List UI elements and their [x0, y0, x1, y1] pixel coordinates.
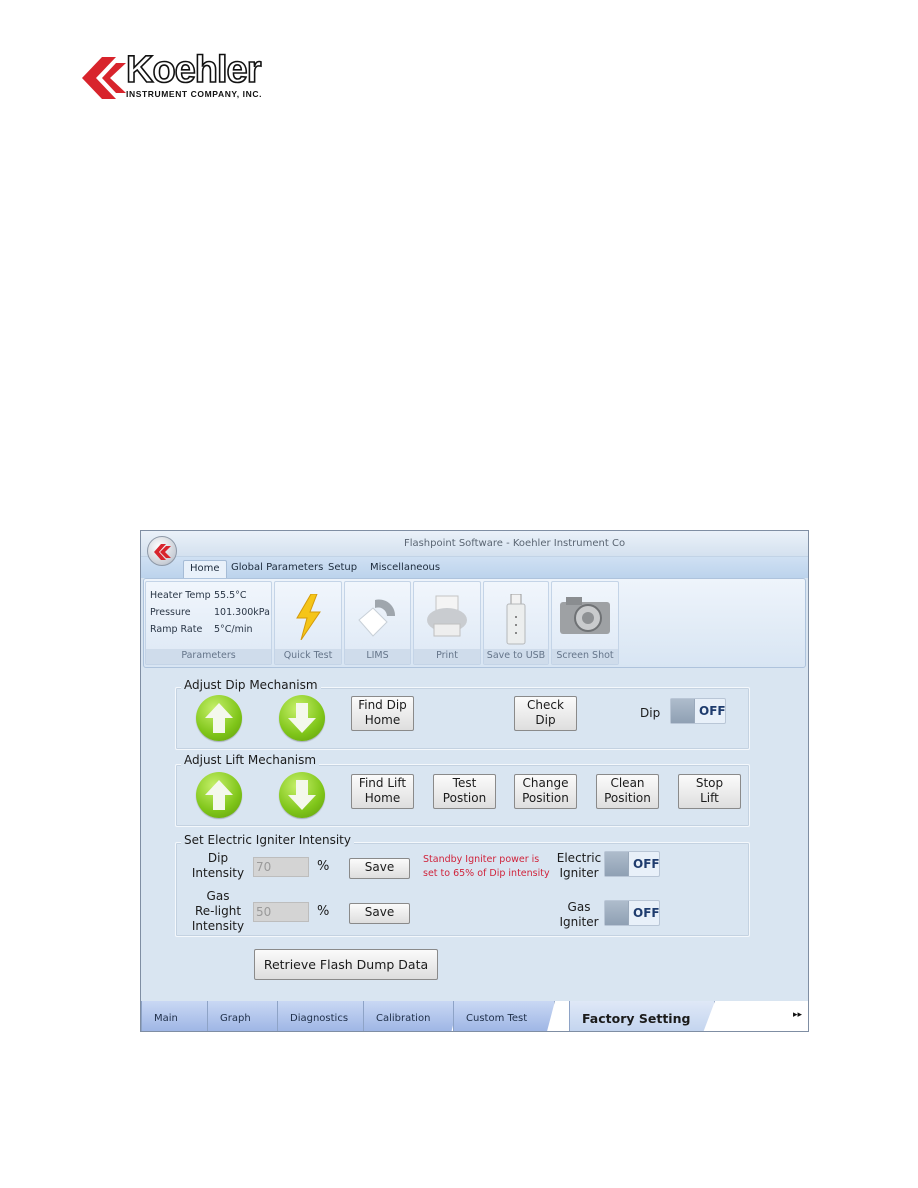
logo-brand-text: Koehler	[125, 48, 262, 92]
electric-igniter-state: OFF	[633, 857, 660, 871]
lift-down-button[interactable]	[279, 772, 325, 818]
ribbon-tab-miscellaneous[interactable]: Miscellaneous	[364, 560, 446, 578]
bottom-tab-bar: Main Graph Diagnostics Calibration Custo…	[141, 1001, 808, 1031]
dip-intensity-label: Dip Intensity	[191, 851, 245, 880]
gas-relight-intensity-label: Gas Re-light Intensity	[191, 889, 245, 933]
param-heater-temp: Heater Temp 55.5°C	[150, 590, 247, 601]
dip-intensity-input[interactable]: 70	[253, 857, 309, 877]
save-to-usb-button[interactable]: Save to USB	[483, 581, 549, 665]
electric-igniter-toggle[interactable]: OFF	[604, 851, 660, 877]
tab-graph[interactable]: Graph	[207, 1001, 287, 1031]
arrow-down-icon	[288, 780, 316, 810]
parameters-group-label: Parameters	[146, 649, 271, 664]
koehler-chevron-icon	[82, 57, 126, 99]
application-menu-button[interactable]	[147, 536, 177, 566]
gas-percent-label: %	[317, 904, 330, 919]
tab-factory-setting[interactable]: Factory Setting	[569, 1001, 715, 1031]
dip-toggle[interactable]: OFF	[670, 698, 726, 724]
stop-lift-button[interactable]: Stop Lift	[678, 774, 741, 809]
adjust-lift-legend: Adjust Lift Mechanism	[181, 753, 320, 767]
save-gas-intensity-button[interactable]: Save	[349, 903, 410, 924]
dip-percent-label: %	[317, 859, 330, 874]
dip-toggle-state: OFF	[699, 704, 726, 718]
ribbon-tab-home[interactable]: Home	[183, 560, 227, 578]
more-tabs-icon[interactable]: ▸▸	[793, 1010, 802, 1020]
arrow-up-icon	[205, 780, 233, 810]
test-position-button[interactable]: Test Postion	[433, 774, 496, 809]
gas-igniter-toggle[interactable]: OFF	[604, 900, 660, 926]
clean-position-button[interactable]: Clean Position	[596, 774, 659, 809]
logo-subtitle: INSTRUMENT COMPANY, INC.	[126, 89, 263, 99]
tab-main[interactable]: Main	[141, 1001, 215, 1031]
flashpoint-app-window: Flashpoint Software - Koehler Instrument…	[140, 530, 809, 1032]
lims-icon	[357, 599, 395, 637]
koehler-logo: Koehler INSTRUMENT COMPANY, INC.	[80, 48, 280, 100]
dip-down-button[interactable]	[279, 695, 325, 741]
ribbon-panel: Heater Temp 55.5°C Pressure 101.300kPa R…	[143, 578, 806, 668]
ribbon-tab-bar: Home Global Parameters Setup Miscellaneo…	[141, 557, 808, 578]
adjust-dip-frame	[175, 687, 750, 750]
lightning-icon	[296, 594, 321, 640]
param-pressure: Pressure 101.300kPa	[150, 607, 270, 618]
toggle-knob	[605, 852, 629, 876]
dip-toggle-label: Dip	[640, 706, 661, 720]
quick-test-button[interactable]: Quick Test	[274, 581, 342, 665]
lift-up-button[interactable]	[196, 772, 242, 818]
dip-up-button[interactable]	[196, 695, 242, 741]
toggle-knob	[671, 699, 695, 723]
gas-igniter-label: Gas Igniter	[559, 900, 599, 929]
usb-drive-icon	[506, 594, 526, 645]
gas-igniter-state: OFF	[633, 906, 660, 920]
window-title: Flashpoint Software - Koehler Instrument…	[403, 538, 626, 549]
arrow-down-icon	[288, 703, 316, 733]
find-dip-home-button[interactable]: Find Dip Home	[351, 696, 414, 731]
lims-button[interactable]: LIMS	[344, 581, 411, 665]
retrieve-flash-dump-button[interactable]: Retrieve Flash Dump Data	[254, 949, 438, 980]
parameters-group: Heater Temp 55.5°C Pressure 101.300kPa R…	[145, 581, 272, 665]
factory-setting-panel: Adjust Dip Mechanism Find Dip Home Check…	[141, 669, 808, 999]
change-position-button[interactable]: Change Position	[514, 774, 577, 809]
tab-custom-test[interactable]: Custom Test	[453, 1001, 555, 1031]
save-dip-intensity-button[interactable]: Save	[349, 858, 410, 879]
tab-diagnostics[interactable]: Diagnostics	[277, 1001, 375, 1031]
find-lift-home-button[interactable]: Find Lift Home	[351, 774, 414, 809]
ribbon-tab-setup[interactable]: Setup	[322, 560, 363, 578]
adjust-dip-legend: Adjust Dip Mechanism	[181, 678, 321, 692]
electric-igniter-label: Electric Igniter	[556, 851, 602, 880]
koehler-orb-icon	[154, 544, 171, 560]
camera-icon	[560, 597, 610, 634]
toggle-knob	[605, 901, 629, 925]
check-dip-button[interactable]: Check Dip	[514, 696, 577, 731]
standby-igniter-note: Standby Igniter power is set to 65% of D…	[423, 854, 550, 879]
print-button[interactable]: Print	[413, 581, 481, 665]
arrow-up-icon	[205, 703, 233, 733]
printer-icon	[427, 595, 467, 637]
param-ramp-rate: Ramp Rate 5°C/min	[150, 624, 253, 635]
ribbon-tab-global-parameters[interactable]: Global Parameters	[225, 560, 329, 578]
igniter-intensity-legend: Set Electric Igniter Intensity	[181, 833, 354, 847]
gas-relight-intensity-input[interactable]: 50	[253, 902, 309, 922]
tab-calibration[interactable]: Calibration	[363, 1001, 459, 1031]
title-bar: Flashpoint Software - Koehler Instrument…	[141, 531, 808, 557]
screen-shot-button[interactable]: Screen Shot	[551, 581, 619, 665]
